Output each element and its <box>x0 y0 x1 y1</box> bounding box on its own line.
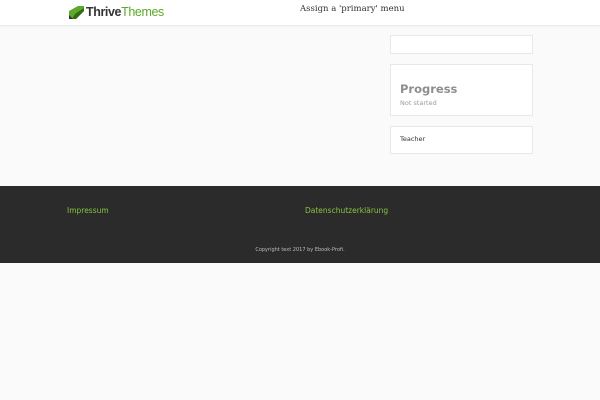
site-footer: Impressum Datenschutzerklärung Copyright… <box>0 186 600 263</box>
teacher-widget: Teacher <box>390 126 533 154</box>
thrive-leaf-icon <box>69 6 84 19</box>
footer-link-impressum[interactable]: Impressum <box>67 206 109 216</box>
footer-link-datenschutz[interactable]: Datenschutzerklärung <box>305 206 388 216</box>
primary-menu-notice[interactable]: Assign a 'primary' menu <box>300 3 405 15</box>
logo-word-themes: Themes <box>121 5 164 19</box>
progress-widget: Progress Not started <box>390 64 533 116</box>
copyright-text: Copyright text 2017 by Ebook-Profi. <box>255 247 345 253</box>
logo-text: ThriveThemes <box>86 5 164 20</box>
site-logo[interactable]: ThriveThemes <box>69 5 164 20</box>
progress-status: Not started <box>400 99 437 107</box>
site-header: ThriveThemes Assign a 'primary' menu <box>0 0 600 26</box>
teacher-label: Teacher <box>400 135 426 143</box>
sidebar-widget-empty <box>390 35 533 54</box>
logo-word-thrive: Thrive <box>86 5 122 19</box>
progress-title: Progress <box>400 82 458 96</box>
